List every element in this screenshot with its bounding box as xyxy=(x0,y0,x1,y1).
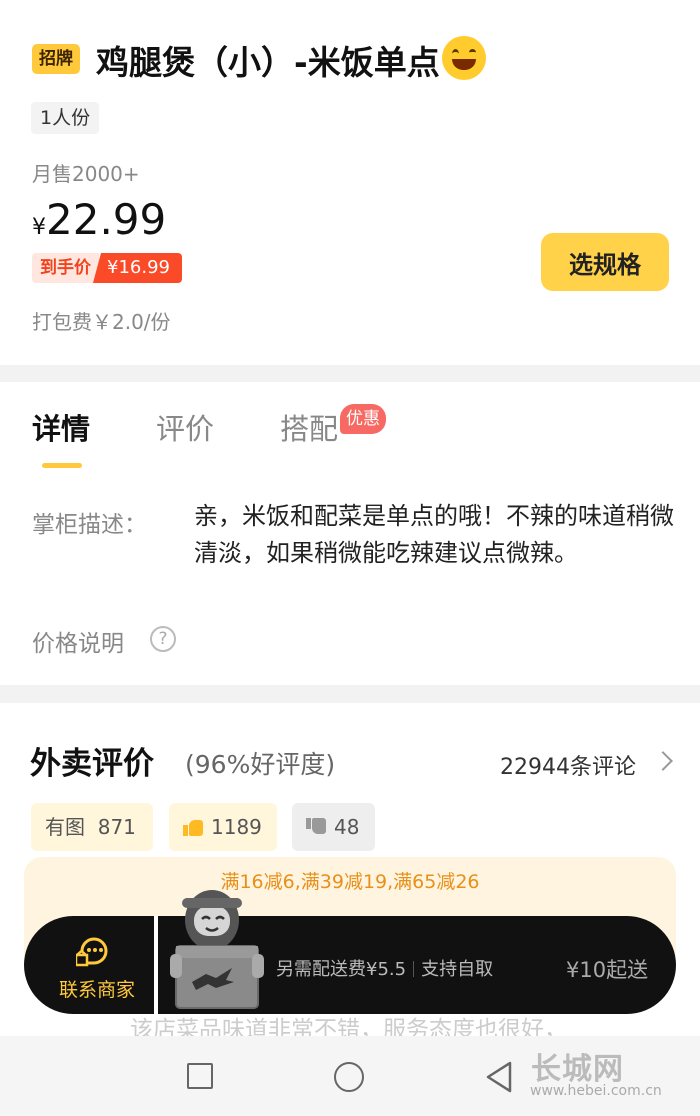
chat-store-icon xyxy=(76,937,108,967)
delivery-courier-mascot-icon xyxy=(170,890,264,1009)
price-value: 22.99 xyxy=(46,195,167,244)
filter-count: 1189 xyxy=(211,815,262,839)
filter-negative[interactable]: 48 xyxy=(292,803,375,851)
filter-with-photos[interactable]: 有图 871 xyxy=(31,803,153,851)
contact-merchant-button[interactable]: 联系商家 xyxy=(24,916,152,1014)
price-note-label[interactable]: 价格说明 xyxy=(32,624,124,658)
description-text: 亲，米饭和配菜是单点的哦！不辣的味道稍微清淡，如果稍微能吃辣建议点微辣。 xyxy=(194,502,674,567)
filter-label: 有图 xyxy=(45,815,85,839)
home-icon[interactable] xyxy=(334,1062,364,1092)
description-label: 掌柜描述： xyxy=(32,512,147,538)
tab-reviews[interactable]: 评价 xyxy=(156,406,214,448)
final-price-value: ¥16.99 xyxy=(93,253,182,283)
section-divider xyxy=(0,685,700,703)
recent-apps-icon[interactable] xyxy=(187,1063,213,1089)
product-title: 鸡腿煲（小）-米饭单点 xyxy=(96,36,486,84)
filter-positive[interactable]: 1189 xyxy=(169,803,277,851)
thumbs-down-icon xyxy=(306,818,326,836)
section-divider xyxy=(0,365,700,382)
tab-combos[interactable]: 搭配 xyxy=(280,406,338,448)
currency-symbol: ¥ xyxy=(32,215,46,240)
discount-text: 满16减6,满39减19,满65减26 xyxy=(220,871,480,893)
active-tab-indicator xyxy=(42,463,82,468)
delivery-fee: 另需配送费¥5.5 xyxy=(276,959,407,980)
thumbs-up-icon xyxy=(183,818,203,836)
watermark-url: www.hebei.com.cn xyxy=(530,1083,662,1099)
price: ¥22.99 xyxy=(32,195,166,244)
positive-rating: (96%好评度) xyxy=(185,750,336,779)
cart-bar: 联系商家 另需配送费¥5.5 支持自取 ¥10起送 xyxy=(24,916,676,1014)
filter-count: 48 xyxy=(334,815,360,839)
watermark-brand: 长城网 xyxy=(531,1052,624,1087)
product-title-text: 鸡腿煲（小）-米饭单点 xyxy=(96,43,440,82)
review-count-link[interactable]: 22944条评论 xyxy=(500,749,636,781)
delivery-info: 另需配送费¥5.5 支持自取 xyxy=(276,955,493,981)
filter-count: 871 xyxy=(97,815,136,839)
packing-fee: 打包费￥2.0/份 xyxy=(32,310,171,334)
final-price-label: 到手价 xyxy=(32,253,99,283)
tab-discount-badge: 优惠 xyxy=(340,404,386,434)
minimum-order: ¥10起送 xyxy=(566,958,649,982)
self-pickup: 支持自取 xyxy=(421,959,494,980)
back-triangle-icon[interactable] xyxy=(484,1060,514,1094)
select-spec-button[interactable]: 选规格 xyxy=(541,233,669,291)
signature-badge: 招牌 xyxy=(32,44,80,74)
tab-details[interactable]: 详情 xyxy=(32,406,90,448)
final-price-tag: 到手价 ¥16.99 xyxy=(32,253,182,283)
monthly-sales: 月售2000+ xyxy=(32,162,140,186)
grinning-emoji-icon xyxy=(441,36,486,80)
portion-tag: 1人份 xyxy=(31,102,100,134)
contact-merchant-label: 联系商家 xyxy=(58,979,135,1001)
reviews-title: 外卖评价 xyxy=(30,746,154,782)
divider xyxy=(154,916,158,1014)
question-mark-icon[interactable]: ? xyxy=(150,626,176,652)
